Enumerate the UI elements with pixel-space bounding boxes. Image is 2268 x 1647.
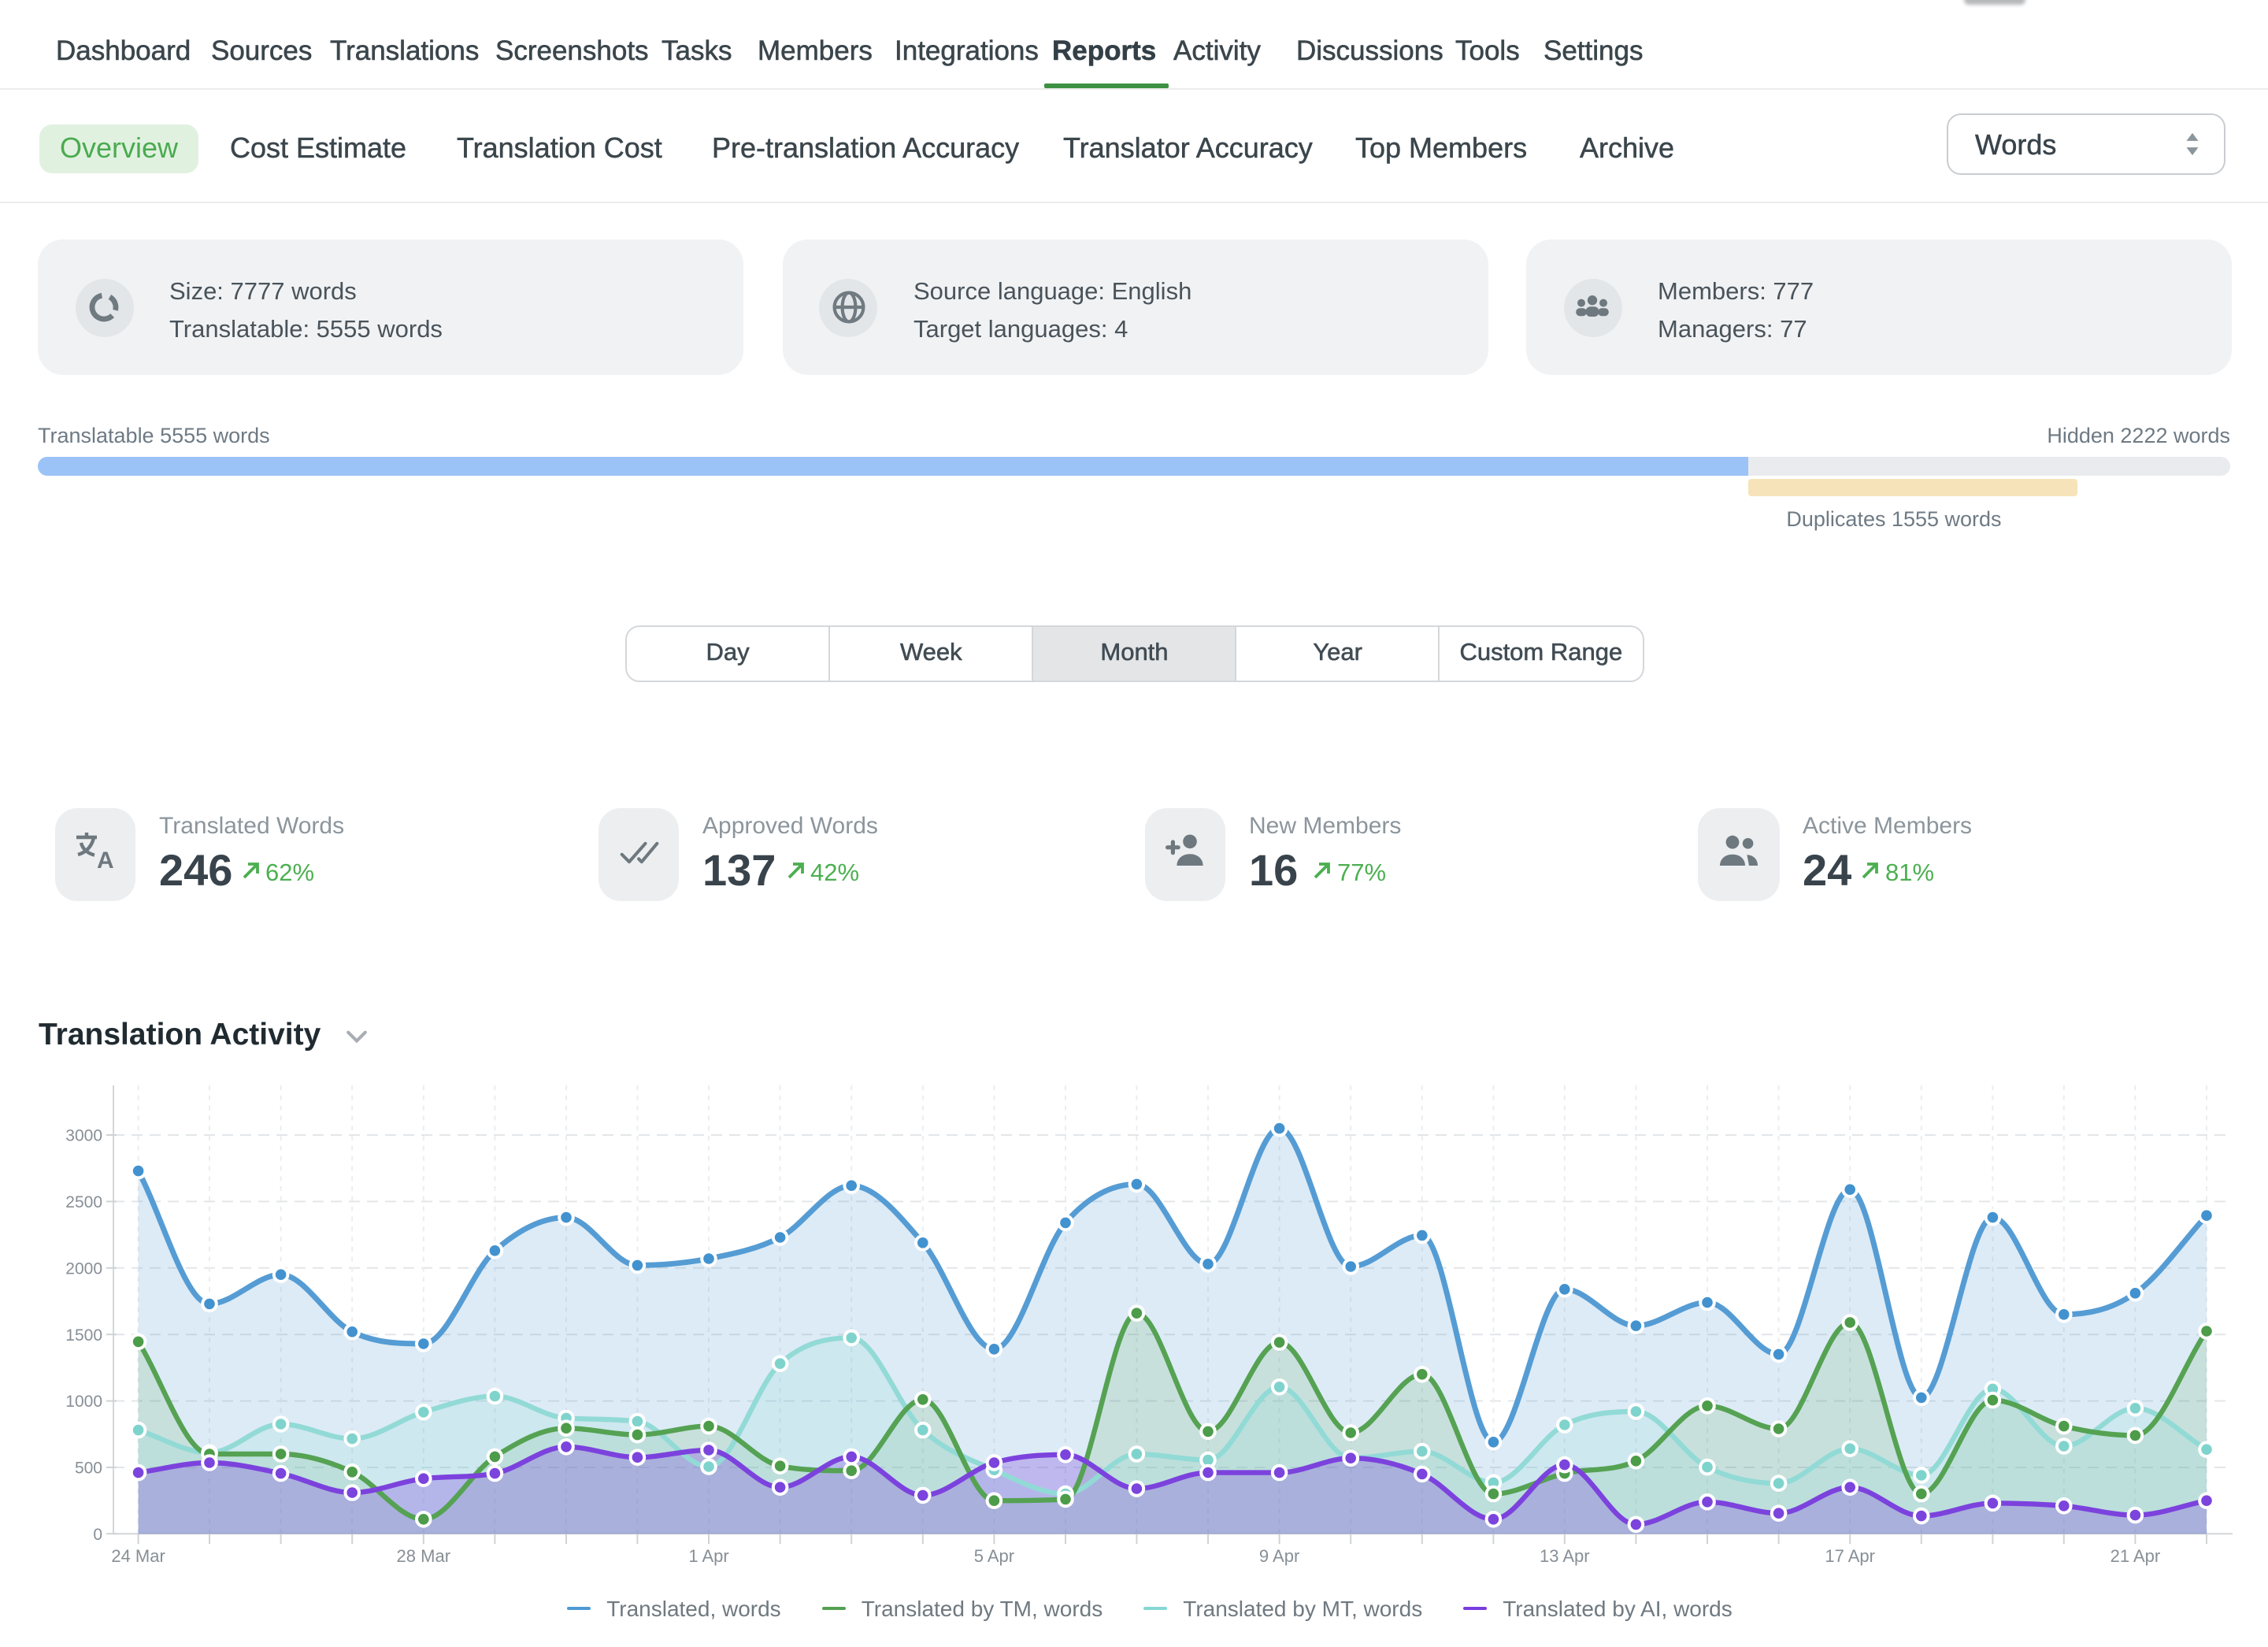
svg-text:13 Apr: 13 Apr [1540,1546,1590,1566]
svg-text:2000: 2000 [65,1259,102,1278]
svg-text:9 Apr: 9 Apr [1259,1546,1299,1566]
svg-text:1000: 1000 [65,1393,102,1411]
svg-text:500: 500 [75,1460,102,1478]
svg-text:2500: 2500 [65,1193,102,1211]
svg-text:A: A [97,848,114,870]
svg-text:28 Mar: 28 Mar [397,1546,450,1566]
svg-text:17 Apr: 17 Apr [1825,1546,1875,1566]
svg-text:5 Apr: 5 Apr [974,1546,1014,1566]
svg-text:1500: 1500 [65,1326,102,1345]
svg-text:3000: 3000 [65,1127,102,1145]
svg-text:24 Mar: 24 Mar [111,1546,165,1566]
svg-text:0: 0 [93,1526,102,1544]
svg-text:21 Apr: 21 Apr [2110,1546,2161,1566]
svg-text:1 Apr: 1 Apr [688,1546,728,1566]
